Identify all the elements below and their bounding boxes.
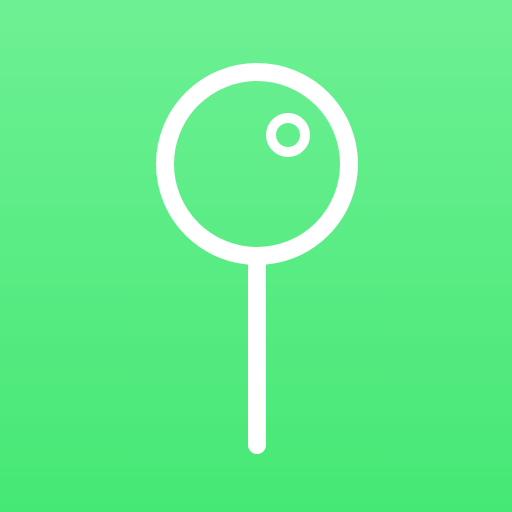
pin-head — [156, 63, 358, 265]
pin-highlight — [266, 113, 310, 157]
app-icon[interactable] — [0, 0, 512, 512]
map-pin-icon — [156, 63, 358, 454]
